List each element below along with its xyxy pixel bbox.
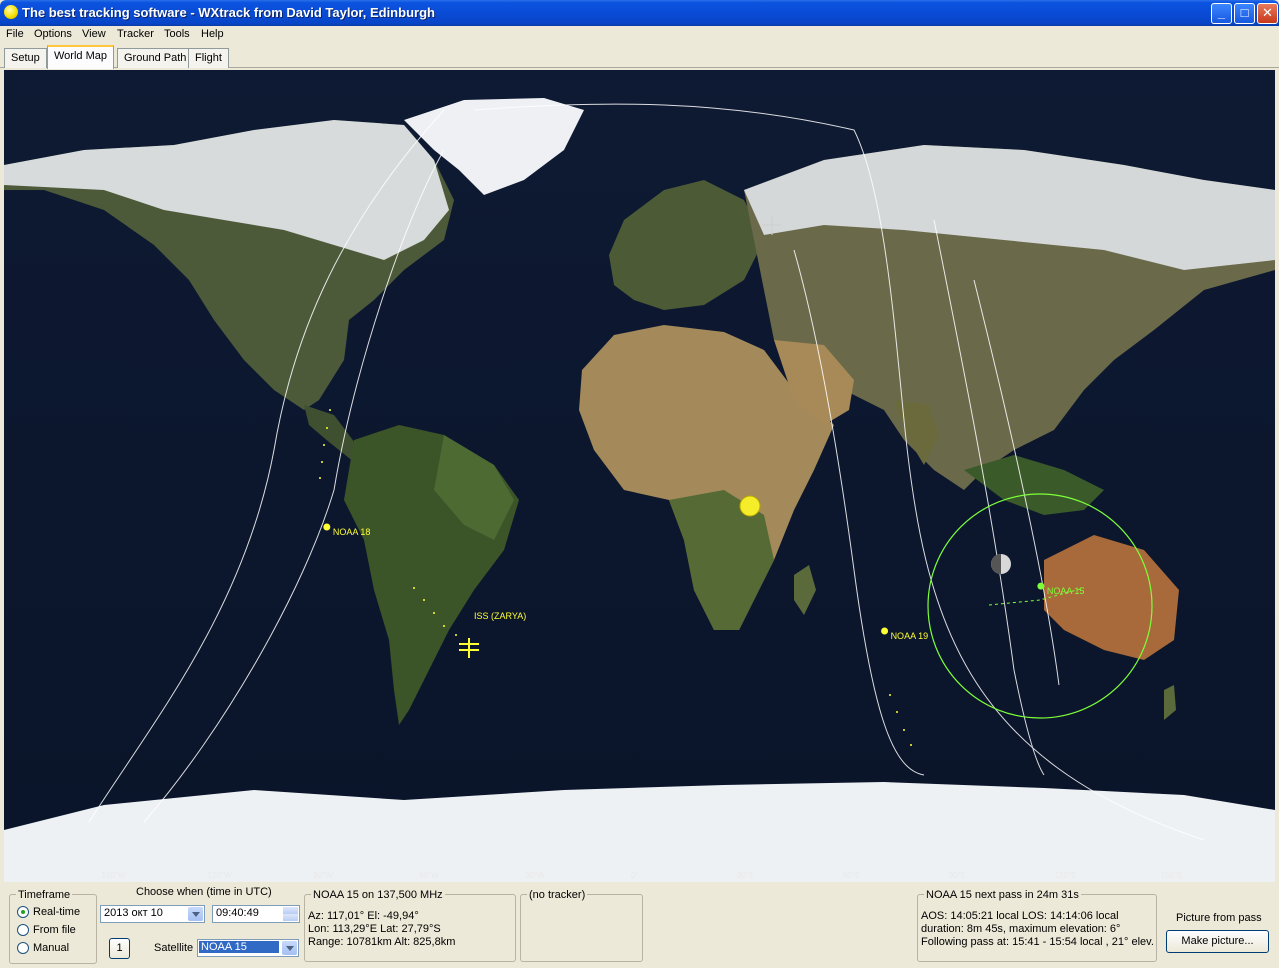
- world-map-canvas: NOAA 18 NOAA 19 NOAA 15 ISS (ZARYA) 150°W 12…: [4, 70, 1275, 882]
- time-stepper[interactable]: 09:40:49: [212, 905, 300, 923]
- timeframe-title: Timeframe: [16, 889, 73, 901]
- satellite-label: NOAA 19: [891, 631, 929, 641]
- menu-help[interactable]: Help: [201, 28, 224, 40]
- radio-realtime-label: Real-time: [33, 906, 81, 918]
- tab-world-map[interactable]: World Map: [47, 45, 114, 69]
- satinfo-range-alt: Range: 10781km Alt: 825,8km: [308, 936, 456, 948]
- menu-view[interactable]: View: [82, 28, 106, 40]
- choose-when-label: Choose when (time in UTC): [136, 886, 272, 898]
- title-bar: The best tracking software - WXtrack fro…: [0, 0, 1279, 26]
- radio-from-file[interactable]: [17, 924, 29, 936]
- tracker-group: [520, 894, 643, 962]
- radio-realtime[interactable]: [17, 906, 29, 918]
- window-title: The best tracking software - WXtrack fro…: [22, 5, 435, 20]
- maximize-button[interactable]: □: [1234, 3, 1255, 24]
- spin-up-icon[interactable]: [283, 907, 298, 914]
- satellite-label: NOAA 18: [333, 527, 371, 537]
- step-button[interactable]: 1: [109, 938, 130, 959]
- longitude-label: 150°W: [102, 871, 127, 880]
- tab-setup[interactable]: Setup: [4, 48, 47, 68]
- satellite-label: Satellite: [154, 942, 194, 954]
- satellite-marker[interactable]: [881, 627, 889, 635]
- satinfo-az-el: Az: 117,01° El: -49,94°: [308, 910, 419, 922]
- longitude-label: 60°W: [419, 871, 439, 880]
- longitude-label: 60°E: [843, 871, 860, 880]
- longitude-label: 90°W: [313, 871, 333, 880]
- longitude-label: 90°E: [949, 871, 966, 880]
- tab-ground-path[interactable]: Ground Path: [117, 48, 194, 68]
- longitude-label: 30°E: [737, 871, 754, 880]
- longitude-label: 150°E: [1161, 871, 1183, 880]
- picture-label: Picture from pass: [1176, 912, 1262, 924]
- tracker-title: (no tracker): [527, 889, 588, 901]
- app-icon: [4, 5, 18, 19]
- time-value: 09:40:49: [216, 907, 259, 919]
- chevron-down-icon[interactable]: [282, 941, 297, 955]
- satellite-label: ISS (ZARYA): [474, 611, 526, 621]
- chevron-down-icon[interactable]: [188, 907, 203, 921]
- tab-flight[interactable]: Flight: [188, 48, 229, 68]
- longitude-label: 120°E: [1055, 871, 1077, 880]
- make-picture-button[interactable]: Make picture...: [1166, 930, 1269, 953]
- nextpass-duration: duration: 8m 45s, maximum elevation: 6°: [921, 923, 1121, 935]
- satellite-marker[interactable]: [323, 523, 331, 531]
- sun-icon: [739, 495, 761, 517]
- satellite-label: NOAA 15: [1047, 586, 1085, 596]
- nextpass-following: Following pass at: 15:41 - 15:54 local ,…: [921, 936, 1154, 948]
- satinfo-lon-lat: Lon: 113,29°E Lat: 27,79°S: [308, 923, 441, 935]
- satellite-dropdown[interactable]: NOAA 15: [197, 939, 299, 957]
- nextpass-aos-los: AOS: 14:05:21 local LOS: 14:14:06 local: [921, 910, 1119, 922]
- menu-file[interactable]: File: [6, 28, 24, 40]
- close-button[interactable]: ✕: [1257, 3, 1278, 24]
- longitude-label: 120°W: [207, 871, 232, 880]
- tab-strip: Setup World Map Ground Path Flight: [0, 45, 1279, 69]
- antarctica: [4, 782, 1275, 882]
- date-value: 2013 окт 10: [104, 907, 163, 919]
- longitude-label: 30°W: [525, 871, 545, 880]
- radio-from-file-label: From file: [33, 924, 76, 936]
- menu-tools[interactable]: Tools: [164, 28, 190, 40]
- radio-manual[interactable]: [17, 942, 29, 954]
- satellite-marker[interactable]: [1037, 582, 1045, 590]
- satellite-value: NOAA 15: [199, 941, 279, 953]
- satinfo-title: NOAA 15 on 137,500 MHz: [311, 889, 445, 901]
- nextpass-title: NOAA 15 next pass in 24m 31s: [924, 889, 1081, 901]
- menu-options[interactable]: Options: [34, 28, 72, 40]
- minimize-button[interactable]: _: [1211, 3, 1232, 24]
- date-dropdown[interactable]: 2013 окт 10: [100, 905, 205, 923]
- radio-manual-label: Manual: [33, 942, 70, 954]
- world-map[interactable]: NOAA 18 NOAA 19 NOAA 15 ISS (ZARYA) 150°W 12…: [4, 70, 1275, 882]
- menu-tracker[interactable]: Tracker: [117, 28, 154, 40]
- menu-bar: File Options View Tracker Tools Help: [0, 26, 1279, 45]
- spin-down-icon[interactable]: [283, 914, 298, 921]
- longitude-label: 0°: [631, 871, 639, 880]
